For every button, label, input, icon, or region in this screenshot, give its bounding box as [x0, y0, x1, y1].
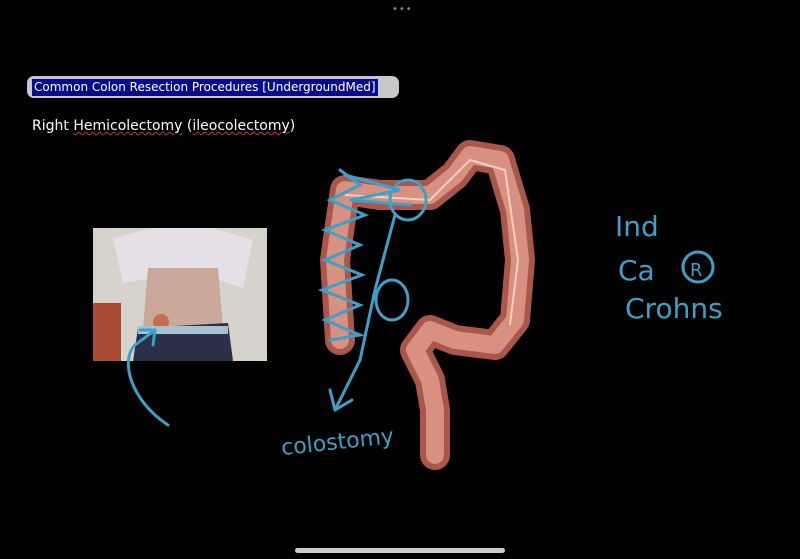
note-r: R — [690, 260, 703, 281]
home-indicator[interactable] — [295, 548, 505, 553]
drawing-layer: Ind Ca R Crohns colostomy — [126, 140, 723, 470]
arrow-stroke — [126, 328, 170, 427]
note-colostomy: colostomy — [280, 424, 395, 461]
note-ind: Ind — [615, 210, 659, 243]
circle-stroke — [374, 278, 410, 322]
note-ca: Ca — [618, 254, 655, 287]
note-crohns: Crohns — [625, 292, 723, 325]
